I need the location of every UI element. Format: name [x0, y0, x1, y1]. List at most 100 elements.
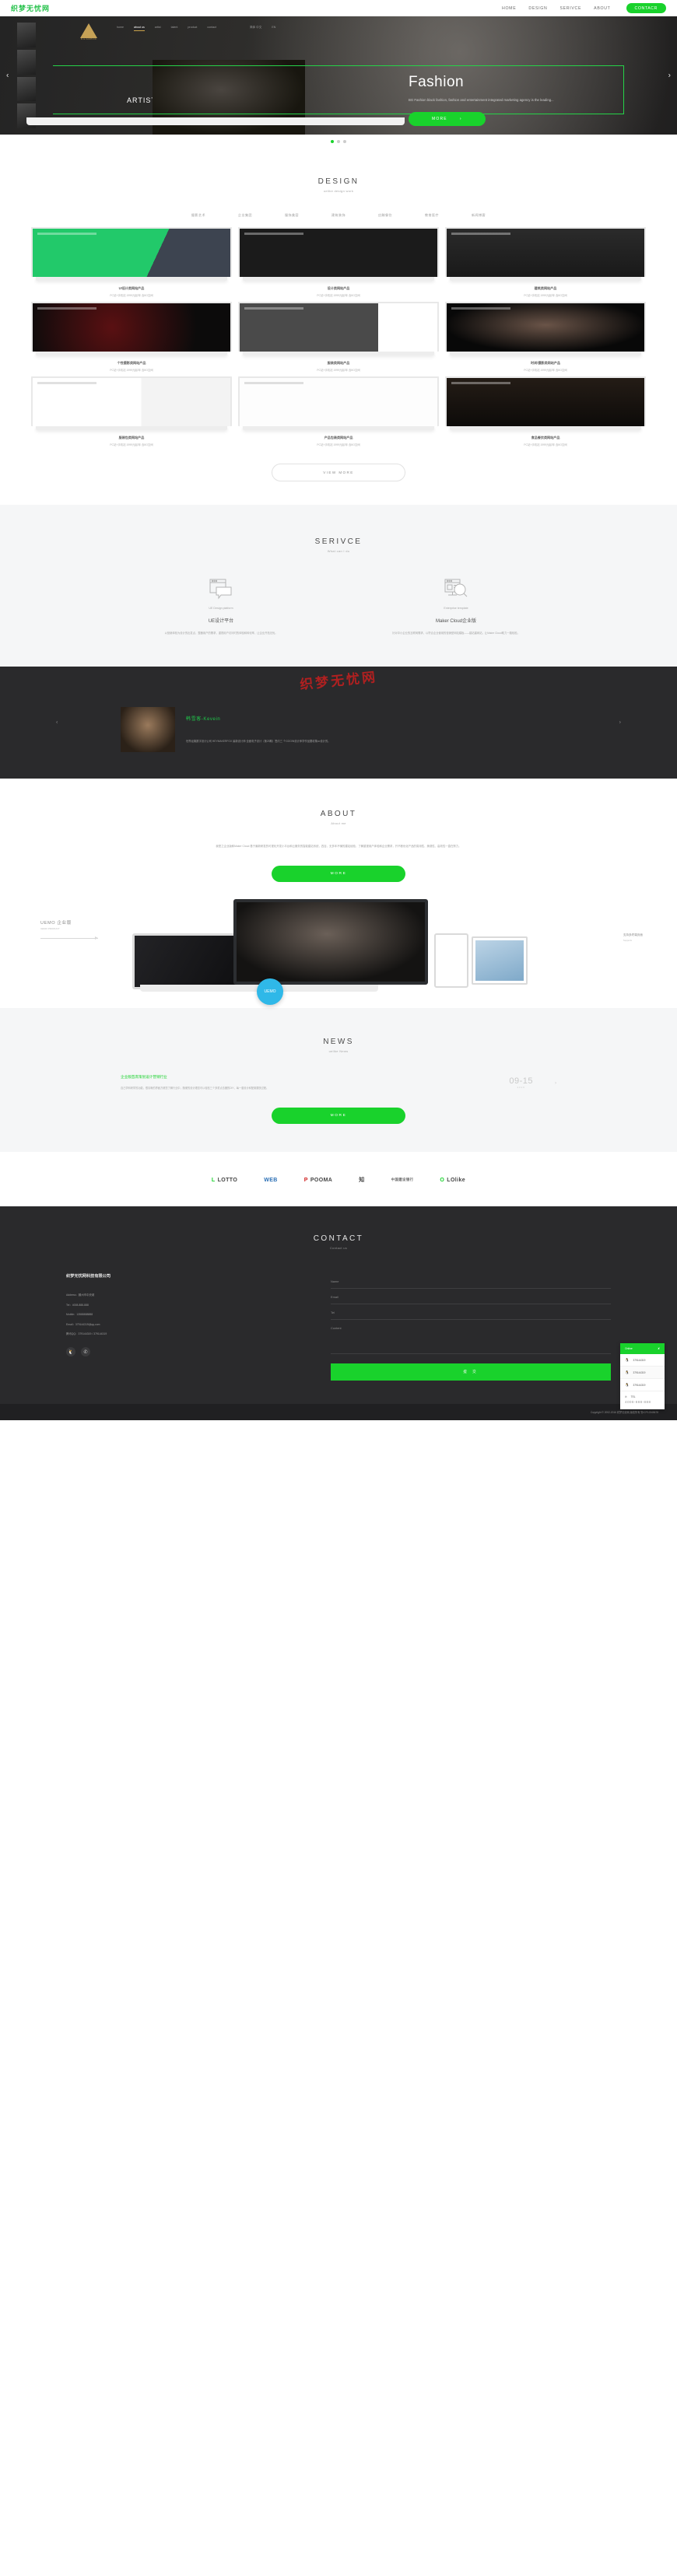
hero-prev-arrow[interactable]: ‹ — [6, 72, 9, 80]
design-heading: DESIGN uelike design work — [0, 177, 677, 193]
hero-nav-product[interactable]: product — [188, 26, 197, 31]
site-logo[interactable]: 织梦无忧网 — [11, 3, 50, 13]
design-card[interactable]: UI设计类网站产品 PC站+手机站 1999元起/年 含8G空间 — [31, 227, 232, 297]
design-card[interactable]: 设计类网站产品 PC站+手机站 1999元起/年 含8G空间 — [238, 227, 439, 297]
filter-tab-news-blog[interactable]: 新闻博客 — [472, 213, 486, 218]
nav-item-home[interactable]: HOME — [502, 6, 516, 11]
partner-logo-lotto[interactable]: L LOTTO — [212, 1172, 237, 1188]
hero-thumb[interactable] — [17, 76, 36, 102]
filter-tab-photography[interactable]: 摄影艺术 — [191, 213, 205, 218]
design-card-title: 服装包类网站产品 — [118, 436, 145, 439]
content-field[interactable]: Content — [331, 1320, 611, 1355]
partner-logo-bank[interactable]: 中国建设银行 — [391, 1172, 414, 1188]
online-qq-row[interactable]: 🐧 379144319 — [620, 1354, 665, 1367]
hero-thumb[interactable] — [17, 49, 36, 75]
design-card-price: PC站+手机站 1999元起/年 含8G空间 — [524, 369, 567, 372]
online-tel-label: TEL — [630, 1395, 636, 1398]
design-thumbnail[interactable] — [238, 376, 439, 426]
online-panel-header: Online ✘ — [620, 1343, 665, 1355]
design-card[interactable]: 个性摄影类网站产品 PC站+手机站 1999元起/年 含8G空间 — [31, 302, 232, 372]
design-card[interactable]: 服装类网站产品 PC站+手机站 1999元起/年 含8G空间 — [238, 302, 439, 372]
partner-logo-zhi[interactable]: 知 — [359, 1172, 364, 1188]
design-card[interactable]: 建筑类网站产品 PC站+手机站 1999元起/年 含8G空间 — [445, 227, 646, 297]
design-card[interactable]: 时尚/摄影类网站产品 PC站+手机站 1999元起/年 含8G空间 — [445, 302, 646, 372]
contact-qq: 腾讯QQ：379144319 / 379144319 — [66, 1332, 107, 1336]
hero-dot-2[interactable] — [337, 140, 340, 143]
design-thumbnail[interactable] — [31, 376, 232, 426]
wechat-icon[interactable]: ✆ — [81, 1347, 90, 1357]
news-item-title[interactable]: 企业版首席策划设计营销行业 — [121, 1075, 493, 1080]
email-field[interactable]: Email — [331, 1289, 611, 1305]
laptop-mockup — [132, 933, 249, 989]
design-thumbnail[interactable] — [445, 227, 646, 277]
filter-tab-fashion-beauty[interactable]: 服饰美容 — [285, 213, 299, 218]
design-card[interactable]: 产品包装类网站产品 PC站+手机站 1999元起/年 含8G空间 — [238, 376, 439, 446]
hero-lang-cn[interactable]: 简体 中文 — [250, 26, 261, 31]
hero-dot-3[interactable] — [343, 140, 346, 143]
hero-slider[interactable]: B.G FASHION home about us artist talent … — [0, 16, 677, 135]
design-thumbnail[interactable] — [445, 302, 646, 352]
nav-item-design[interactable]: DESIGN — [528, 6, 547, 11]
partner-logo-pooma[interactable]: P POOMA — [304, 1172, 333, 1188]
news-more-button[interactable]: MORE — [272, 1108, 405, 1125]
news-arrow-icon[interactable]: › — [555, 1075, 556, 1086]
contact-section: CONTACT Contact us 织梦无忧网科技有限公司 Address：滕… — [0, 1206, 677, 1409]
design-card[interactable]: 服装包类网站产品 PC站+手机站 1999元起/年 含8G空间 — [31, 376, 232, 446]
tel-field[interactable]: Tel — [331, 1304, 611, 1321]
hero-thumb[interactable] — [17, 23, 36, 47]
design-thumbnail[interactable] — [238, 302, 439, 352]
hero-next-arrow[interactable]: › — [668, 72, 671, 80]
hero-nav-contact[interactable]: contact — [207, 26, 216, 31]
news-list-item[interactable]: 企业版首席策划设计营销行业 自己学科研学的功能，很清晰的界面方便您了解行业中，随… — [121, 1075, 556, 1091]
hero-nav-about[interactable]: about us — [134, 26, 145, 31]
hero-brand-logo: B.G FASHION — [80, 23, 97, 40]
partner-logo-web[interactable]: WEB — [264, 1172, 278, 1188]
service-item-maker-cloud[interactable]: Enterprise template Maker Cloud企业版 针对中小企… — [376, 576, 536, 635]
qq-icon: 🐧 — [625, 1357, 630, 1362]
testimonial-prev-arrow[interactable]: ‹ — [56, 720, 58, 726]
design-card[interactable]: 食品餐饮类网站产品 PC站+手机站 1999元起/年 含8G空间 — [445, 376, 646, 446]
nav-item-about[interactable]: ABOUT — [594, 6, 610, 11]
design-thumbnail[interactable] — [31, 227, 232, 277]
testimonial-text: 韩雪客-Kevein 世界经典数字设计公司 HEYMAKERFOX 最新设计师 … — [186, 715, 331, 744]
service-item-ue-design[interactable]: UE Design platform UE设计平台 以营销体验为设计的出发点，整… — [141, 576, 301, 635]
nav-item-serivce[interactable]: SERIVCE — [559, 6, 581, 11]
hero-thumbnail-strip[interactable] — [17, 23, 36, 128]
service-section: SERIVCE What can I do UE Design platform… — [0, 505, 677, 667]
hero-laptop-base — [26, 117, 405, 125]
hero-nav-talent[interactable]: talent — [171, 26, 178, 31]
hero-lang-en[interactable]: EN — [272, 26, 275, 31]
submit-button[interactable]: 提 交 — [331, 1363, 611, 1381]
hero-dot-1[interactable] — [331, 140, 334, 143]
hero-pagination-dots[interactable] — [0, 135, 677, 143]
testimonial-section: 织梦无忧网 韩雪客-Kevein 世界经典数字设计公司 HEYMAKERFOX … — [0, 667, 677, 779]
design-thumbnail[interactable] — [238, 227, 439, 277]
design-card-title: UI设计类网站产品 — [118, 286, 145, 290]
about-more-button[interactable]: MORE — [272, 865, 405, 882]
filter-tab-architecture[interactable]: 建筑装饰 — [331, 213, 346, 218]
design-thumbnail[interactable] — [31, 302, 232, 352]
hero-nav-artist[interactable]: artist — [155, 26, 161, 31]
online-qq-row[interactable]: 🐧 379144319 — [620, 1367, 665, 1380]
hero-more-button[interactable]: MORE › — [409, 112, 486, 127]
hero-nav-home[interactable]: home — [117, 26, 124, 31]
news-heading: NEWS uelike News — [0, 1038, 677, 1053]
filter-tab-education-medical[interactable]: 教育医疗 — [425, 213, 439, 218]
showcase-label-sub: UEMO PRODUCT — [40, 926, 60, 930]
filter-tab-catering[interactable]: 应酬餐饮 — [378, 213, 392, 218]
online-qq-row[interactable]: 🐧 379144319 — [620, 1379, 665, 1392]
close-icon[interactable]: ✘ — [658, 1347, 660, 1350]
filter-tab-enterprise[interactable]: 企业集团 — [238, 213, 252, 218]
name-field[interactable]: Name — [331, 1273, 611, 1290]
view-more-button[interactable]: VIEW MORE — [272, 464, 405, 481]
design-card-title: 时尚/摄影类网站产品 — [531, 361, 560, 365]
service-item-cn: UE设计平台 — [208, 619, 234, 624]
nav-contact-button[interactable]: CONTACR — [626, 3, 666, 13]
qq-icon[interactable]: 🐧 — [66, 1347, 75, 1357]
testimonial-next-arrow[interactable]: › — [619, 720, 621, 726]
online-qq-number: 379144319 — [633, 1370, 646, 1374]
design-thumbnail[interactable] — [445, 376, 646, 426]
online-panel-title: Online — [625, 1347, 633, 1351]
partner-logo-lolike[interactable]: O LOlike — [440, 1172, 465, 1188]
web-mark-icon: WEB — [264, 1177, 278, 1183]
